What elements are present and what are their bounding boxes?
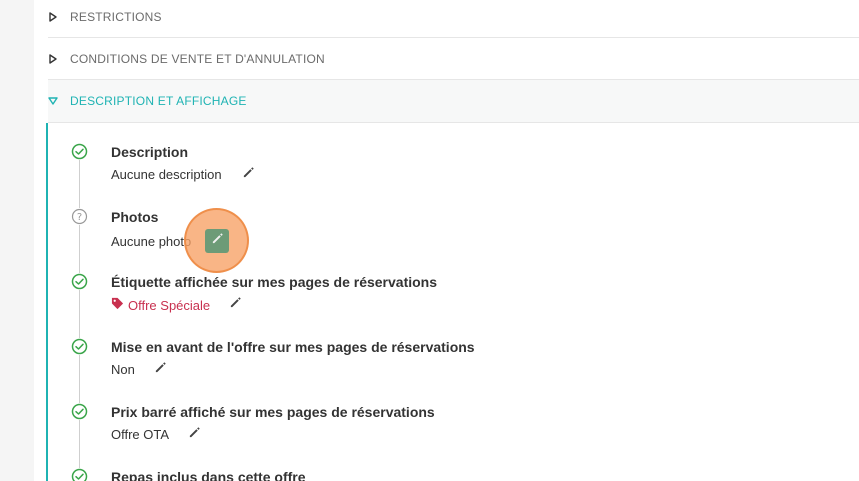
check-circle-icon bbox=[71, 403, 88, 420]
edit-description-button[interactable] bbox=[237, 164, 259, 186]
caret-right-icon bbox=[48, 11, 70, 22]
edit-prix-barre-button[interactable] bbox=[183, 424, 205, 446]
edit-etiquette-button[interactable] bbox=[224, 294, 246, 316]
svg-text:?: ? bbox=[77, 212, 82, 223]
item-title-mise-en-avant: Mise en avant de l'offre sur mes pages d… bbox=[111, 339, 475, 355]
check-circle-icon bbox=[71, 468, 88, 481]
item-value-prix-barre: Offre OTA bbox=[111, 427, 170, 442]
left-gutter bbox=[0, 0, 34, 481]
item-title-photos: Photos bbox=[111, 209, 159, 225]
item-value-photos: Aucune photo bbox=[111, 234, 192, 249]
tag-label: Offre Spéciale bbox=[128, 297, 211, 313]
item-value-description: Aucune description bbox=[111, 167, 222, 182]
check-circle-icon bbox=[71, 338, 88, 355]
section-conditions[interactable]: CONDITIONS DE VENTE ET D'ANNULATION bbox=[48, 38, 859, 80]
edit-mise-en-avant-button[interactable] bbox=[149, 359, 171, 381]
caret-down-icon bbox=[48, 96, 70, 106]
section-restrictions-label: RESTRICTIONS bbox=[70, 9, 162, 24]
section-conditions-label: CONDITIONS DE VENTE ET D'ANNULATION bbox=[70, 51, 325, 66]
item-title-etiquette: Étiquette affichée sur mes pages de rése… bbox=[111, 274, 438, 290]
item-value-etiquette: Offre Spéciale bbox=[111, 297, 210, 314]
section-description-affichage[interactable]: DESCRIPTION ET AFFICHAGE bbox=[48, 80, 859, 123]
pencil-icon bbox=[188, 426, 201, 444]
item-title-repas: Repas inclus dans cette offre bbox=[111, 469, 306, 481]
item-title-description: Description bbox=[111, 144, 189, 160]
pencil-icon bbox=[229, 296, 242, 314]
help-circle-icon: ? bbox=[71, 208, 88, 225]
pencil-icon bbox=[242, 166, 255, 184]
item-title-prix-barre: Prix barré affiché sur mes pages de rése… bbox=[111, 404, 435, 420]
section-description-affichage-label: DESCRIPTION ET AFFICHAGE bbox=[70, 94, 247, 108]
caret-right-icon bbox=[48, 53, 70, 64]
edit-photos-button[interactable] bbox=[205, 229, 229, 253]
tag-icon bbox=[111, 297, 124, 314]
pencil-icon bbox=[154, 361, 167, 379]
check-circle-icon bbox=[71, 143, 88, 160]
pencil-icon bbox=[211, 232, 224, 250]
item-value-mise-en-avant: Non bbox=[111, 362, 135, 377]
check-circle-icon bbox=[71, 273, 88, 290]
section-restrictions[interactable]: RESTRICTIONS bbox=[48, 0, 859, 38]
